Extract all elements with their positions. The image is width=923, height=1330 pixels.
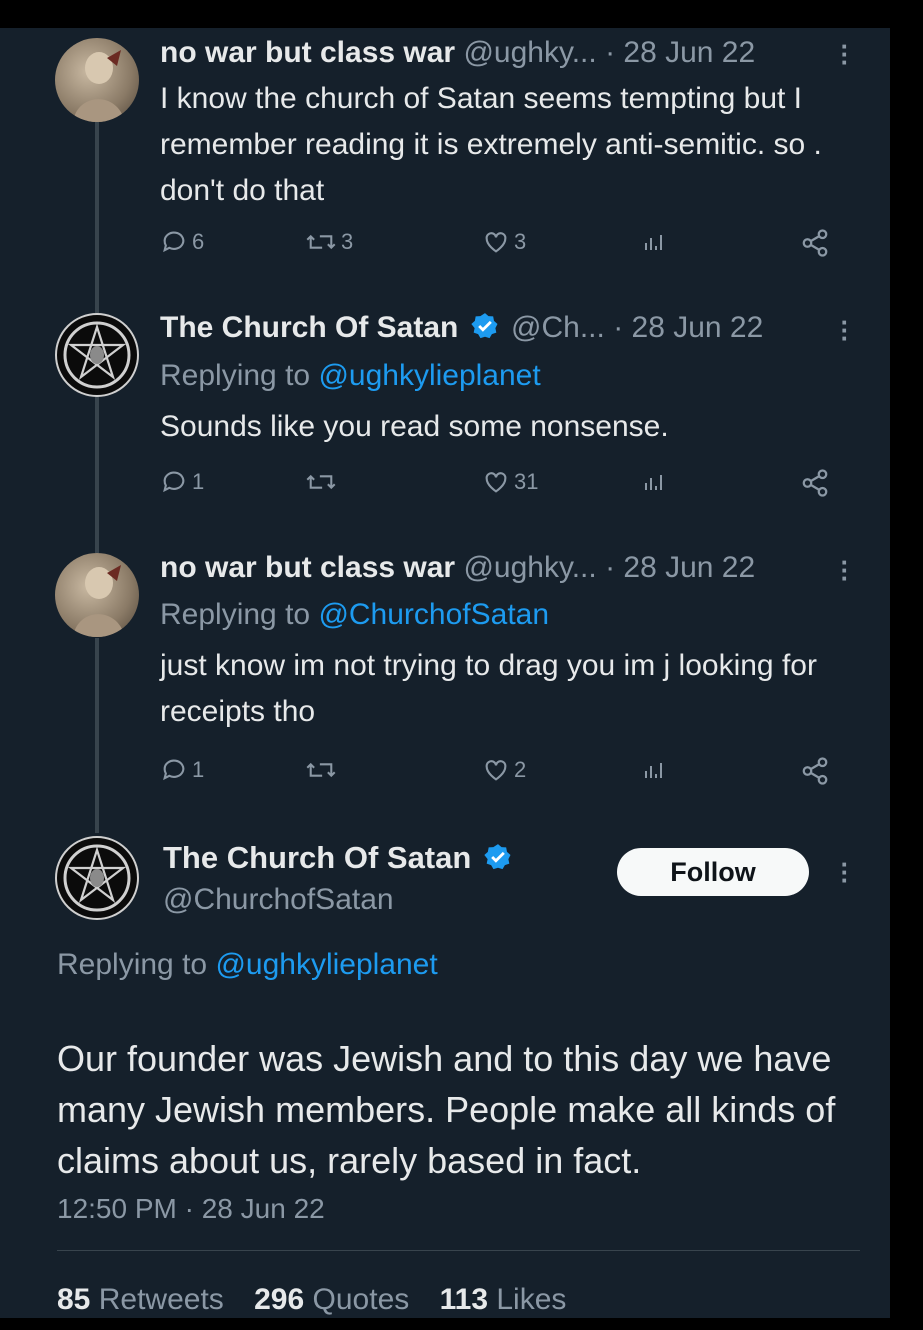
date[interactable]: · 28 Jun 22 [605,36,755,69]
divider [57,1250,860,1251]
more-icon[interactable]: · · · [838,309,852,351]
tweet-actions: 1 31 [160,468,840,508]
share-button[interactable] [800,468,830,498]
display-name[interactable]: no war but class war [160,551,455,584]
display-name[interactable]: The Church Of Satan [163,840,471,875]
views-button[interactable] [642,228,666,256]
reply-icon [163,759,185,781]
tweet-text: just know im not trying to drag you im j… [160,649,817,728]
retweet-button[interactable]: 3 [305,228,353,256]
heart-icon [485,760,507,781]
views-icon [645,763,662,778]
share-icon [802,229,828,257]
reply-count: 1 [192,469,205,494]
replying-to: Replying to @ughkylieplanet [160,359,541,393]
avatar[interactable] [55,313,139,397]
share-button[interactable] [800,228,830,258]
avatar[interactable] [55,38,139,122]
quotes-stat[interactable]: 296 Quotes [254,1283,409,1316]
replying-to: Replying to @ChurchofSatan [160,598,549,632]
views-button[interactable] [642,468,666,496]
engagement-stats: 85 Retweets 296 Quotes 113 Likes [57,1283,588,1317]
handle[interactable]: @ughky... [463,36,596,69]
replying-to: Replying to @ughkylieplanet [57,948,438,982]
share-icon [802,757,828,785]
tweet-header: no war but class war @ughky... · 28 Jun … [160,551,755,585]
reply-icon [163,231,185,253]
share-button[interactable] [800,756,830,786]
display-name[interactable]: no war but class war [160,36,455,69]
retweet-button[interactable] [305,756,341,784]
more-icon[interactable]: · · · [838,549,852,591]
more-icon[interactable]: · · · [838,851,852,893]
like-button[interactable]: 3 [482,228,526,256]
quotes-label: Quotes [312,1283,410,1316]
reply-count: 1 [192,757,205,782]
more-icon[interactable]: · · · [838,33,852,75]
main-tweet-text: Our founder was Jewish and to this day w… [57,1038,836,1181]
thread-line [95,383,99,553]
heart-icon [485,472,507,493]
retweets-label: Retweets [98,1283,224,1316]
tweet-actions: 6 3 3 [160,228,840,268]
tweet-text: Sounds like you read some nonsense. [160,410,669,443]
retweet-icon [306,234,336,250]
views-icon [645,235,662,250]
likes-label: Likes [496,1283,567,1316]
share-icon [802,469,828,497]
handle[interactable]: @Ch... [511,311,605,344]
like-count: 31 [514,469,539,494]
tweet-actions: 1 2 [160,756,840,796]
like-count: 2 [514,757,527,782]
mention-link[interactable]: @ughkylieplanet [318,359,540,392]
date[interactable]: · 28 Jun 22 [605,551,755,584]
likes-count: 113 [439,1283,489,1316]
avatar[interactable] [55,553,139,637]
like-button[interactable]: 31 [482,468,538,496]
reply-count: 6 [192,229,205,254]
tweet-thread: no war but class war @ughky... · 28 Jun … [0,28,890,1318]
reply-button[interactable]: 6 [160,228,204,256]
reply-button[interactable]: 1 [160,468,204,496]
handle[interactable]: @ughky... [463,551,596,584]
likes-stat[interactable]: 113 Likes [440,1283,567,1316]
mention-link[interactable]: @ChurchofSatan [318,598,549,631]
follow-button[interactable]: Follow [617,848,809,896]
heart-icon [485,232,507,253]
verified-badge-icon [471,313,498,339]
thread-line [95,638,99,833]
tweet-text: I know the church of Satan seems temptin… [160,82,822,207]
timestamp[interactable]: 12:50 PM · 28 Jun 22 [57,1193,325,1225]
views-button[interactable] [642,756,666,784]
replying-prefix: Replying to [160,598,311,631]
retweet-button[interactable] [305,468,341,496]
retweets-stat[interactable]: 85 Retweets [57,1283,224,1316]
like-count: 3 [514,229,527,254]
display-name[interactable]: The Church Of Satan [160,311,458,344]
retweet-count: 3 [341,229,354,254]
tweet-header: The Church Of Satan @Ch... · 28 Jun 22 [160,311,763,345]
replying-prefix: Replying to [160,359,311,392]
avatar[interactable] [55,836,139,920]
retweets-count: 85 [57,1283,91,1316]
handle[interactable]: @ChurchofSatan [163,883,394,917]
replying-prefix: Replying to [57,948,208,981]
like-button[interactable]: 2 [482,756,526,784]
thread-line [95,108,99,313]
views-icon [645,475,662,490]
main-display-name[interactable]: The Church Of Satan [163,840,516,876]
reply-icon [163,471,185,493]
verified-badge-icon [484,844,511,870]
date[interactable]: · 28 Jun 22 [613,311,763,344]
reply-button[interactable]: 1 [160,756,204,784]
mention-link[interactable]: @ughkylieplanet [215,948,437,981]
tweet-header: no war but class war @ughky... · 28 Jun … [160,36,755,70]
retweet-icon [306,474,336,490]
quotes-count: 296 [254,1283,305,1316]
retweet-icon [306,762,336,778]
